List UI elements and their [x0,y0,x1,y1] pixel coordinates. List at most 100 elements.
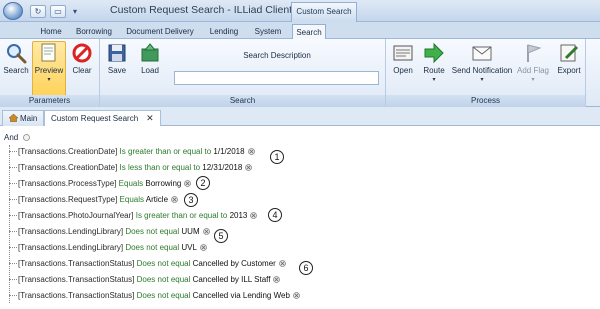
condition-field[interactable]: [Transactions.RequestType] [18,195,117,204]
app-menu-button[interactable] [3,2,23,20]
route-button-label: Route [423,66,445,75]
condition-operator[interactable]: Does not equal [125,227,179,236]
condition-row[interactable]: [Transactions.TransactionStatus] Does no… [9,258,286,270]
condition-operator[interactable]: Does not equal [137,259,191,268]
callout-marker: 1 [270,150,284,164]
condition-row[interactable]: [Transactions.CreationDate] Is less than… [9,162,253,174]
condition-row[interactable]: [Transactions.RequestType] Equals Articl… [9,194,178,206]
parameters-group: Search Preview ▾ Clear Parameters [0,39,100,107]
condition-field[interactable]: [Transactions.CreationDate] [18,147,117,156]
condition-operator[interactable]: Equals [119,179,143,188]
ribbon-tab-row: Home Borrowing Document Delivery Lending… [0,22,600,40]
condition-value[interactable]: Article [146,195,168,204]
condition-value[interactable]: 1/1/2018 [213,147,244,156]
tab-lending[interactable]: Lending [204,24,244,39]
add-flag-button[interactable]: Add Flag ▾ [516,42,550,92]
condition-row[interactable]: [Transactions.CreationDate] Is greater t… [9,146,255,158]
search-description-input[interactable] [174,71,379,85]
condition-operator[interactable]: Is greater than or equal to [120,147,212,156]
condition-row[interactable]: [Transactions.TransactionStatus] Does no… [9,274,281,286]
add-condition-icon[interactable] [23,134,31,141]
remove-condition-icon[interactable] [200,244,207,251]
tab-borrowing[interactable]: Borrowing [71,24,117,39]
condition-operator[interactable]: Does not equal [137,291,191,300]
condition-row[interactable]: [Transactions.ProcessType] Equals Borrow… [9,178,192,190]
preview-button[interactable]: Preview ▾ [32,41,66,97]
condition-value[interactable]: Cancelled by ILL Staff [193,275,271,284]
floppy-disk-icon [108,44,126,62]
doc-tab-main-label: Main [20,114,38,123]
doc-tab-custom-request-search[interactable]: Custom Request Search ✕ [44,110,161,127]
save-button-label: Save [107,66,127,75]
magnifier-icon [7,44,27,64]
condition-value[interactable]: 12/31/2018 [202,163,242,172]
export-button-label: Export [557,66,581,75]
remove-condition-icon[interactable] [171,196,178,203]
clear-button[interactable]: Clear [68,42,96,92]
condition-field[interactable]: [Transactions.TransactionStatus] [18,291,134,300]
condition-row[interactable]: [Transactions.TransactionStatus] Does no… [9,290,300,302]
close-icon[interactable]: ✕ [146,113,154,123]
search-button-label: Search [3,66,29,75]
remove-condition-icon[interactable] [293,292,300,299]
condition-operator[interactable]: Equals [120,195,144,204]
condition-value[interactable]: 2013 [230,211,248,220]
condition-value[interactable]: Cancelled via Lending Web [193,291,290,300]
open-button[interactable]: Open [390,42,416,92]
remove-condition-icon[interactable] [278,260,286,267]
condition-field[interactable]: [Transactions.LendingLibrary] [18,243,123,252]
remove-condition-icon[interactable] [250,212,258,219]
parameters-group-label: Parameters [0,95,99,107]
process-group-label: Process [386,95,585,107]
load-button[interactable]: Load [136,42,164,92]
search-group: Save Load Search Description Search [100,39,386,107]
remove-condition-icon[interactable] [184,180,192,187]
condition-field[interactable]: [Transactions.CreationDate] [18,163,117,172]
window-icon[interactable]: ▭ [50,4,66,18]
tab-search[interactable]: Search [292,24,326,40]
condition-field[interactable]: [Transactions.ProcessType] [18,179,116,188]
remove-condition-icon[interactable] [245,164,253,171]
condition-row[interactable]: [Transactions.PhotoJournalYear] Is great… [9,210,258,222]
condition-field[interactable]: [Transactions.TransactionStatus] [18,259,134,268]
condition-operator[interactable]: Is less than or equal to [120,163,201,172]
remove-condition-icon[interactable] [202,228,210,235]
preview-button-label: Preview [34,66,64,75]
qat-dropdown-icon[interactable]: ▾ [70,5,80,18]
send-notification-button[interactable]: Send Notification ▾ [450,42,514,92]
search-group-label: Search [100,95,385,107]
doc-tab-main[interactable]: Main [2,110,45,126]
condition-operator[interactable]: Does not equal [137,275,191,284]
save-button[interactable]: Save [104,42,130,92]
load-folder-icon [141,43,159,62]
tab-home[interactable]: Home [36,24,66,39]
search-description-area: Search Description [168,39,386,95]
condition-value[interactable]: UVL [181,243,197,252]
route-button[interactable]: Route ▾ [420,42,448,92]
callout-marker: 4 [268,208,282,222]
condition-operator[interactable]: Does not equal [125,243,179,252]
condition-value[interactable]: Borrowing [145,179,181,188]
condition-field[interactable]: [Transactions.TransactionStatus] [18,275,134,284]
remove-condition-icon[interactable] [247,148,255,155]
tab-system[interactable]: System [250,24,286,39]
refresh-icon[interactable]: ↻ [30,4,46,18]
clear-button-label: Clear [72,66,92,75]
remove-condition-icon[interactable] [273,276,281,283]
callout-marker: 5 [214,229,228,243]
condition-field[interactable]: [Transactions.PhotoJournalYear] [18,211,133,220]
add-flag-button-label: Add Flag [516,66,550,75]
tab-document-delivery[interactable]: Document Delivery [122,24,198,39]
query-root-operator[interactable]: And [4,132,31,144]
home-icon [9,114,18,122]
preview-document-icon [41,43,56,62]
condition-row[interactable]: [Transactions.LendingLibrary] Does not e… [9,242,207,254]
condition-operator[interactable]: Is greater than or equal to [136,211,228,220]
export-button[interactable]: Export [554,42,584,92]
condition-field[interactable]: [Transactions.LendingLibrary] [18,227,123,236]
condition-value[interactable]: UUM [181,227,199,236]
condition-row[interactable]: [Transactions.LendingLibrary] Does not e… [9,226,210,238]
chevron-down-icon: ▾ [531,77,535,83]
search-button[interactable]: Search [2,42,30,92]
condition-value[interactable]: Cancelled by Customer [193,259,276,268]
